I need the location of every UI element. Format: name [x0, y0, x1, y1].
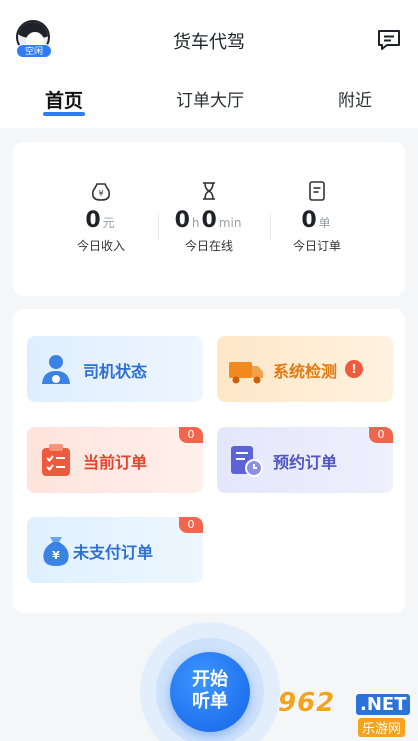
current-orders-label: 当前订单 — [83, 453, 148, 472]
driver-status-label: 司机状态 — [83, 362, 148, 381]
top-bar: 空闲 货车代驾 首页 订单大厅 附近 — [0, 0, 418, 128]
tab-active-indicator — [43, 112, 85, 116]
online-minutes: 0 — [201, 208, 217, 233]
stat-orders: 0单 今日订单 — [262, 180, 372, 254]
page-title: 货车代驾 — [173, 32, 245, 53]
stats-card: ¥ 0元 今日收入 0 h0 min 今日在线 0单 今日订单 — [13, 142, 405, 296]
unpaid-orders-button[interactable]: ¥ 未支付订单 0 — [27, 517, 203, 583]
unpaid-orders-label: 未支付订单 — [73, 543, 154, 562]
listen-line1: 开始 — [192, 669, 228, 690]
driver-status-button[interactable]: 司机状态 — [27, 336, 203, 402]
current-orders-button[interactable]: 当前订单 0 — [27, 427, 203, 493]
clipboard-icon — [37, 441, 75, 479]
orders-value: 0 — [301, 208, 317, 233]
reserve-icon — [227, 441, 265, 479]
unpaid-orders-count: 0 — [179, 517, 203, 533]
wallet-icon: ¥ — [90, 180, 112, 202]
menu-card: 司机状态 系统检测 ! 当前订单 0 预约订单 0 ¥ 未支付订单 0 — [13, 309, 405, 613]
watermark: 962 .NET 乐游网 — [278, 688, 418, 738]
stat-online: 0 h0 min 今日在线 — [154, 180, 264, 254]
start-listening-button[interactable]: 开始 听单 — [170, 652, 250, 732]
income-label: 今日收入 — [76, 239, 125, 253]
tab-home[interactable]: 首页 — [45, 86, 83, 113]
system-check-label: 系统检测 — [273, 362, 338, 381]
reserved-orders-count: 0 — [369, 427, 393, 443]
tab-order-hall[interactable]: 订单大厅 — [176, 86, 244, 111]
truck-icon — [227, 350, 265, 388]
stat-income: ¥ 0元 今日收入 — [46, 180, 156, 254]
income-unit: 元 — [102, 216, 115, 230]
online-min-unit: min — [218, 216, 242, 230]
watermark-main: 962 — [278, 688, 336, 718]
online-hours: 0 — [174, 208, 190, 233]
svg-text:¥: ¥ — [52, 549, 60, 562]
tab-nearby[interactable]: 附近 — [338, 86, 372, 111]
orders-unit: 单 — [318, 216, 331, 230]
online-label: 今日在线 — [184, 239, 233, 253]
income-value: 0 — [85, 208, 101, 233]
order-doc-icon — [306, 180, 328, 202]
watermark-sub: 乐游网 — [358, 718, 406, 737]
listen-line2: 听单 — [192, 691, 228, 712]
tab-bar: 首页 订单大厅 附近 — [0, 86, 418, 126]
current-orders-count: 0 — [179, 427, 203, 443]
reserved-orders-button[interactable]: 预约订单 0 — [217, 427, 393, 493]
online-h-unit: h — [191, 216, 200, 230]
system-check-button[interactable]: 系统检测 ! — [217, 336, 393, 402]
money-bag-icon: ¥ — [37, 531, 75, 569]
message-icon[interactable] — [376, 28, 402, 52]
svg-text:¥: ¥ — [98, 189, 103, 198]
reserved-orders-label: 预约订单 — [273, 453, 338, 472]
hourglass-icon — [198, 180, 220, 202]
alert-icon: ! — [345, 360, 363, 378]
driver-icon — [37, 350, 75, 388]
orders-label: 今日订单 — [292, 239, 341, 253]
watermark-net: .NET — [356, 694, 411, 715]
